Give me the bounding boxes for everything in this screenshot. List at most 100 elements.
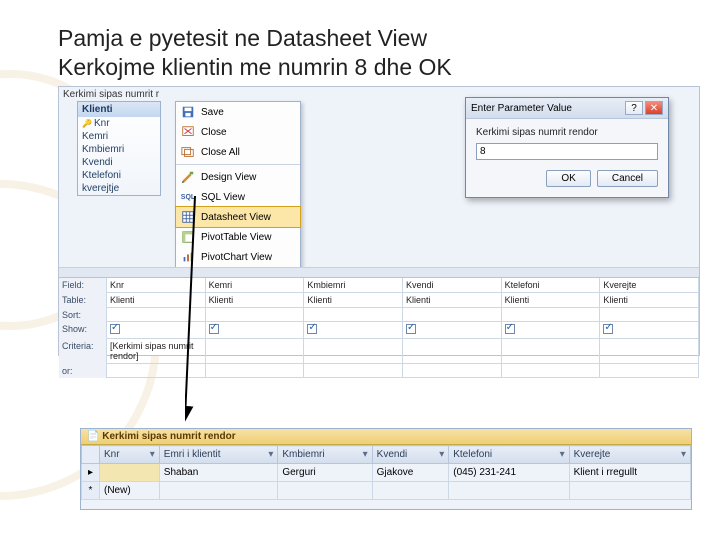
cell-ver[interactable]: Klient i rregullt xyxy=(569,464,690,482)
ok-button[interactable]: OK xyxy=(546,170,590,187)
grid-show-0[interactable] xyxy=(107,322,206,339)
grid-or-3[interactable] xyxy=(403,364,502,378)
col-header-knr[interactable]: Knr▾ xyxy=(100,446,160,464)
menu-save[interactable]: Save xyxy=(176,102,300,122)
grid-field-3[interactable]: Kvendi xyxy=(403,278,502,293)
pivotchart-view-icon xyxy=(180,250,196,264)
show-checkbox[interactable] xyxy=(110,324,120,334)
cell-emri[interactable]: Shaban xyxy=(159,464,278,482)
show-checkbox[interactable] xyxy=(307,324,317,334)
title-line-2: Kerkojme klientin me numrin 8 dhe OK xyxy=(58,54,452,80)
rowlabel-or: or: xyxy=(59,364,107,378)
grid-or-1[interactable] xyxy=(206,364,305,378)
datasheet-view-icon xyxy=(180,210,196,224)
cell-knr[interactable] xyxy=(100,464,160,482)
grid-table-4[interactable]: Klienti xyxy=(502,293,601,308)
show-checkbox[interactable] xyxy=(603,324,613,334)
rowlabel-sort: Sort: xyxy=(59,308,107,322)
close-all-icon xyxy=(180,145,196,159)
grid-table-2[interactable]: Klienti xyxy=(304,293,403,308)
col-header-vendi[interactable]: Kvendi▾ xyxy=(372,446,449,464)
grid-criteria-4[interactable] xyxy=(502,339,601,364)
grid-field-4[interactable]: Ktelefoni xyxy=(502,278,601,293)
grid-sort-5[interactable] xyxy=(600,308,699,322)
col-header-tel[interactable]: Ktelefoni▾ xyxy=(449,446,569,464)
grid-or-5[interactable] xyxy=(600,364,699,378)
field-kverejtje[interactable]: kverejtje xyxy=(78,182,160,195)
grid-show-5[interactable] xyxy=(600,322,699,339)
menu-sql-view[interactable]: SQLSQL View xyxy=(176,187,300,207)
grid-table-1[interactable]: Klienti xyxy=(206,293,305,308)
cell-tel[interactable]: (045) 231-241 xyxy=(449,464,569,482)
sort-arrow-icon[interactable]: ▾ xyxy=(150,449,155,460)
sort-arrow-icon[interactable]: ▾ xyxy=(363,449,368,460)
show-checkbox[interactable] xyxy=(209,324,219,334)
sort-arrow-icon[interactable]: ▾ xyxy=(439,449,444,460)
horizontal-scrollbar[interactable] xyxy=(59,267,699,277)
grid-show-4[interactable] xyxy=(502,322,601,339)
grid-criteria-5[interactable] xyxy=(600,339,699,364)
save-icon xyxy=(180,105,196,119)
new-row[interactable]: * (New) xyxy=(82,482,691,500)
grid-sort-0[interactable] xyxy=(107,308,206,322)
grid-or-4[interactable] xyxy=(502,364,601,378)
grid-or-0[interactable] xyxy=(107,364,206,378)
grid-sort-4[interactable] xyxy=(502,308,601,322)
grid-field-5[interactable]: Kverejte xyxy=(600,278,699,293)
show-checkbox[interactable] xyxy=(505,324,515,334)
grid-or-2[interactable] xyxy=(304,364,403,378)
menu-datasheet-view[interactable]: Datasheet View xyxy=(176,207,300,227)
sql-view-icon: SQL xyxy=(180,190,196,204)
sort-arrow-icon[interactable]: ▾ xyxy=(268,449,273,460)
enter-parameter-dialog: Enter Parameter Value ? ✕ Kerkimi sipas … xyxy=(465,97,669,198)
table-card-klienti[interactable]: Klienti Knr Kemri Kmbiemri Kvendi Ktelef… xyxy=(77,101,161,196)
result-row[interactable]: ▸ Shaban Gerguri Gjakove (045) 231-241 K… xyxy=(82,464,691,482)
col-header-ver[interactable]: Kverejte▾ xyxy=(569,446,690,464)
cancel-button[interactable]: Cancel xyxy=(597,170,658,187)
cell-mbiemri[interactable]: Gerguri xyxy=(278,464,372,482)
menu-close-all[interactable]: Close All xyxy=(176,142,300,162)
menu-close[interactable]: Close xyxy=(176,122,300,142)
field-kmbiemri[interactable]: Kmbiemri xyxy=(78,143,160,156)
field-ktelefoni[interactable]: Ktelefoni xyxy=(78,169,160,182)
design-view-icon xyxy=(180,170,196,184)
parameter-input[interactable] xyxy=(476,143,658,160)
grid-sort-2[interactable] xyxy=(304,308,403,322)
grid-table-0[interactable]: Klienti xyxy=(107,293,206,308)
pivottable-view-icon xyxy=(180,230,196,244)
query-field-grid: Field: Knr Kemri Kmbiemri Kvendi Ktelefo… xyxy=(59,277,699,355)
sort-arrow-icon[interactable]: ▾ xyxy=(681,449,686,460)
grid-show-1[interactable] xyxy=(206,322,305,339)
dialog-close-button[interactable]: ✕ xyxy=(645,101,663,115)
cell-new[interactable]: (New) xyxy=(100,482,160,500)
grid-table-5[interactable]: Klienti xyxy=(600,293,699,308)
sort-arrow-icon[interactable]: ▾ xyxy=(560,449,565,460)
slide-title: Pamja e pyetesit ne Datasheet View Kerko… xyxy=(58,24,700,82)
grid-field-1[interactable]: Kemri xyxy=(206,278,305,293)
grid-table-3[interactable]: Klienti xyxy=(403,293,502,308)
grid-criteria-2[interactable] xyxy=(304,339,403,364)
rowlabel-criteria: Criteria: xyxy=(59,339,107,364)
row-selector[interactable]: ▸ xyxy=(82,464,100,482)
dialog-help-button[interactable]: ? xyxy=(625,101,643,115)
field-kemri[interactable]: Kemri xyxy=(78,130,160,143)
field-kvendi[interactable]: Kvendi xyxy=(78,156,160,169)
cell-vendi[interactable]: Gjakove xyxy=(372,464,449,482)
grid-field-2[interactable]: Kmbiemri xyxy=(304,278,403,293)
grid-field-0[interactable]: Knr xyxy=(107,278,206,293)
field-knr[interactable]: Knr xyxy=(78,117,160,130)
grid-sort-1[interactable] xyxy=(206,308,305,322)
grid-show-2[interactable] xyxy=(304,322,403,339)
grid-show-3[interactable] xyxy=(403,322,502,339)
menu-pivottable-view[interactable]: PivotTable View xyxy=(176,227,300,247)
grid-criteria-1[interactable] xyxy=(206,339,305,364)
col-header-emri[interactable]: Emri i klientit▾ xyxy=(159,446,278,464)
grid-criteria-0[interactable]: [Kerkimi sipas numrit rendor] xyxy=(107,339,206,364)
grid-sort-3[interactable] xyxy=(403,308,502,322)
show-checkbox[interactable] xyxy=(406,324,416,334)
menu-design-view[interactable]: Design View xyxy=(176,167,300,187)
grid-criteria-3[interactable] xyxy=(403,339,502,364)
rowlabel-show: Show: xyxy=(59,322,107,339)
menu-pivotchart-view[interactable]: PivotChart View xyxy=(176,247,300,267)
col-header-mbiemri[interactable]: Kmbiemri▾ xyxy=(278,446,372,464)
